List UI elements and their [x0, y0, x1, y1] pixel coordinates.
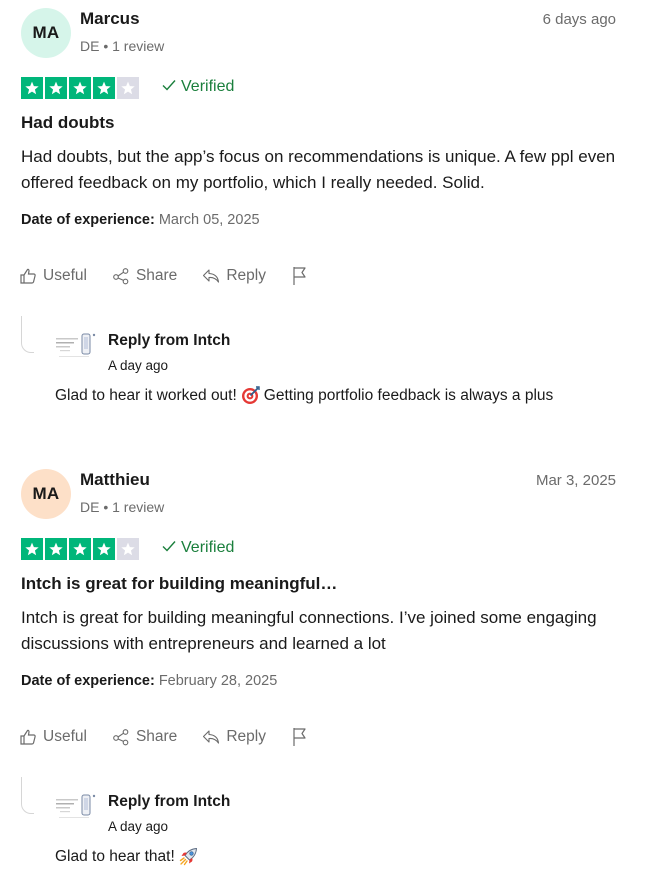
star-filled-icon	[93, 77, 115, 99]
review-date: 6 days ago	[542, 11, 616, 28]
company-logo-icon	[55, 791, 99, 821]
share-button[interactable]: Share	[112, 728, 177, 746]
star-rating	[21, 77, 139, 99]
reply-body: Glad to hear that!	[55, 847, 202, 866]
reply-label: Reply	[226, 728, 266, 745]
review-date: Mar 3, 2025	[535, 472, 616, 489]
date-of-experience: Date of experience: February 28, 2025	[21, 673, 277, 689]
author-meta: DE • 1 review	[80, 38, 165, 54]
reply-date: A day ago	[108, 358, 169, 373]
star-filled-icon	[45, 538, 67, 560]
reply-label: Reply	[226, 267, 266, 284]
star-filled-icon	[21, 77, 43, 99]
report-button[interactable]	[291, 266, 309, 286]
reply-button[interactable]: Reply	[202, 728, 266, 746]
share-icon	[112, 267, 130, 285]
reply-body: Glad to hear it worked out! Getting port…	[55, 386, 553, 405]
reply-arrow-icon	[202, 728, 220, 746]
share-icon	[112, 728, 130, 746]
author-name[interactable]: Matthieu	[80, 470, 150, 490]
star-empty-icon	[117, 77, 139, 99]
star-filled-icon	[21, 538, 43, 560]
author-name[interactable]: Marcus	[80, 9, 140, 29]
experience-label: Date of experience:	[21, 212, 155, 228]
useful-label: Useful	[43, 728, 87, 745]
reply-date: A day ago	[108, 819, 169, 834]
reply-author: Reply from Intch	[108, 793, 231, 810]
star-filled-icon	[69, 538, 91, 560]
useful-label: Useful	[43, 267, 87, 284]
reply-text: Glad to hear that!	[55, 847, 175, 865]
review-body: Intch is great for building meaningful c…	[21, 608, 597, 653]
flag-icon	[291, 727, 309, 747]
thumbs-up-icon	[19, 728, 37, 746]
share-label: Share	[135, 728, 178, 745]
experience-date: February 28, 2025	[158, 673, 278, 689]
avatar: MA	[21, 8, 71, 58]
review-title[interactable]: Had doubts	[21, 113, 115, 133]
verified-label: Verified	[181, 539, 235, 556]
rocket-icon	[179, 847, 198, 866]
star-filled-icon	[45, 77, 67, 99]
review-actions: Useful Share Reply	[19, 727, 334, 747]
avatar: MA	[21, 469, 71, 519]
reply-text: Glad to hear it worked out!	[55, 386, 237, 404]
author-meta: DE • 1 review	[80, 499, 165, 515]
reply-arrow-icon	[202, 267, 220, 285]
verified-label: Verified	[181, 78, 235, 95]
company-logo-icon	[55, 330, 99, 360]
share-label: Share	[135, 267, 178, 284]
review-body: Had doubts, but the app’s focus on recom…	[21, 147, 616, 192]
checkmark-icon	[162, 539, 176, 557]
review-actions: Useful Share Reply	[19, 266, 334, 286]
reply-author: Reply from Intch	[108, 332, 231, 349]
report-button[interactable]	[291, 727, 309, 747]
reply-button[interactable]: Reply	[202, 267, 266, 285]
useful-button[interactable]: Useful	[19, 728, 87, 746]
star-empty-icon	[117, 538, 139, 560]
share-button[interactable]: Share	[112, 267, 177, 285]
flag-icon	[291, 266, 309, 286]
checkmark-icon	[162, 78, 176, 96]
thumbs-up-icon	[19, 267, 37, 285]
direct-hit-icon	[241, 386, 260, 405]
experience-label: Date of experience:	[21, 673, 155, 689]
verified-badge[interactable]: Verified	[162, 78, 234, 96]
star-filled-icon	[93, 538, 115, 560]
reply-text-continued: Getting portfolio feedback is always a p…	[263, 386, 554, 404]
verified-badge[interactable]: Verified	[162, 539, 234, 557]
reply-connector	[21, 777, 34, 814]
review-title[interactable]: Intch is great for building meaningful…	[21, 574, 337, 594]
star-filled-icon	[69, 77, 91, 99]
useful-button[interactable]: Useful	[19, 267, 87, 285]
star-rating	[21, 538, 139, 560]
date-of-experience: Date of experience: March 05, 2025	[21, 212, 260, 228]
experience-date: March 05, 2025	[158, 212, 260, 228]
reply-connector	[21, 316, 34, 353]
